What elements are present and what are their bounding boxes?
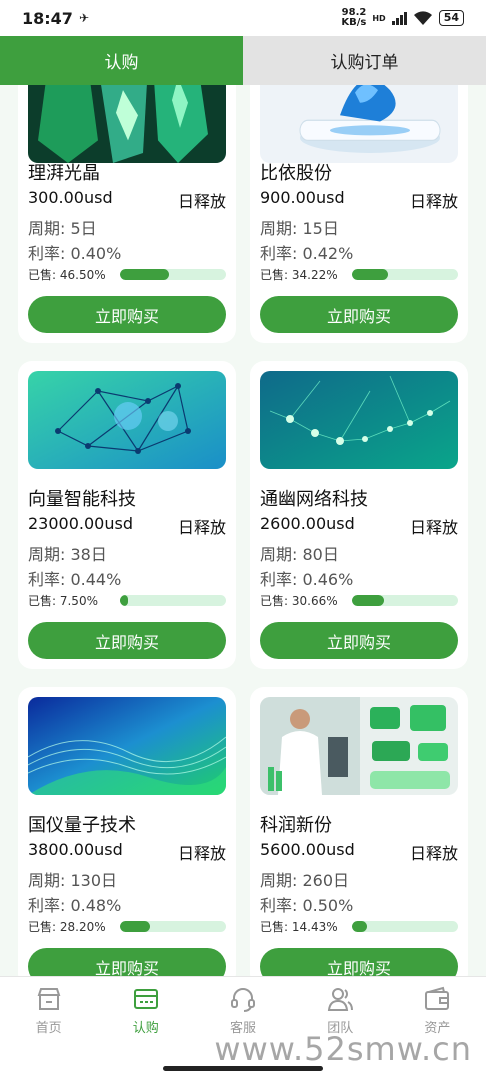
sold-label: 已售: 46.50% (28, 268, 106, 282)
watermark: www.52smw.cn (214, 1030, 472, 1068)
sold-progress-bar (120, 595, 226, 606)
sold-row: 已售: 7.50% (28, 592, 226, 609)
product-period: 周期: 130日 (28, 871, 118, 890)
top-tabs: 认购 认购订单 (0, 36, 486, 85)
sold-progress-bar (120, 269, 226, 280)
wifi-icon (413, 10, 432, 25)
team-icon (328, 988, 354, 1011)
product-name: 理湃光晶 (28, 163, 100, 184)
sold-label: 已售: 7.50% (28, 594, 98, 608)
headset-icon (231, 988, 255, 1012)
product-rate: 利率: 0.48% (28, 896, 122, 915)
sold-row: 已售: 34.22% (260, 266, 458, 283)
product-period: 周期: 38日 (28, 545, 107, 564)
product-price: 900.00usd (260, 188, 345, 207)
crystal-image (28, 85, 226, 163)
device-image (260, 85, 458, 163)
product-period: 周期: 5日 (28, 219, 97, 238)
sold-label: 已售: 14.43% (260, 920, 338, 934)
buy-now-button[interactable]: 立即购买 (260, 296, 458, 333)
release-type: 日释放 (409, 518, 458, 537)
sold-label: 已售: 30.66% (260, 594, 338, 608)
nav-home[interactable]: 首页 (0, 977, 97, 1044)
battery-icon: 54 (438, 10, 464, 26)
product-name: 国仪量子技术 (28, 815, 136, 836)
buy-now-button[interactable]: 立即购买 (28, 948, 226, 976)
price-row: 3800.00usd 日释放 (28, 840, 226, 864)
wallet-icon (425, 986, 450, 1010)
release-type: 日释放 (177, 518, 226, 537)
product-price: 300.00usd (28, 188, 113, 207)
card-icon (133, 989, 158, 1009)
release-type: 日释放 (177, 192, 226, 211)
buy-now-button[interactable]: 立即购买 (28, 622, 226, 659)
sold-progress-bar (352, 595, 458, 606)
status-right: 98.2 KB/s HD 54 (341, 8, 464, 28)
lab-image (260, 697, 458, 795)
sold-progress-bar (352, 269, 458, 280)
sold-progress-fill (352, 921, 368, 932)
sold-progress-fill (120, 595, 128, 606)
tab-subscribe-orders[interactable]: 认购订单 (243, 36, 486, 85)
sold-progress-fill (352, 269, 389, 280)
product-rate: 利率: 0.44% (28, 570, 122, 589)
price-row: 5600.00usd 日释放 (260, 840, 458, 864)
product-price: 2600.00usd (260, 514, 355, 533)
network-speed-unit: KB/s (341, 17, 367, 28)
signal-icon (391, 11, 407, 25)
tab-subscribe[interactable]: 认购 (0, 36, 243, 85)
product-period: 周期: 15日 (260, 219, 339, 238)
sold-label: 已售: 28.20% (28, 920, 106, 934)
notification-icon: ✈ (78, 11, 89, 25)
buy-now-button[interactable]: 立即购买 (260, 948, 458, 976)
buy-now-button[interactable]: 立即购买 (28, 296, 226, 333)
product-price: 23000.00usd (28, 514, 133, 533)
hd-indicator: HD (372, 13, 386, 23)
network-speed: 98.2 KB/s (341, 8, 366, 28)
sold-row: 已售: 30.66% (260, 592, 458, 609)
product-period: 周期: 80日 (260, 545, 339, 564)
product-price: 3800.00usd (28, 840, 123, 859)
release-type: 日释放 (409, 192, 458, 211)
sold-label: 已售: 34.22% (260, 268, 338, 282)
sold-progress-fill (352, 595, 385, 606)
sold-progress-fill (120, 921, 150, 932)
product-name: 向量智能科技 (28, 489, 136, 510)
product-price: 5600.00usd (260, 840, 355, 859)
release-type: 日释放 (409, 844, 458, 863)
product-rate: 利率: 0.50% (260, 896, 354, 915)
nav-home-label: 首页 (35, 1021, 62, 1036)
price-row: 23000.00usd 日释放 (28, 514, 226, 538)
product-name: 比依股份 (260, 163, 332, 184)
product-rate: 利率: 0.40% (28, 244, 122, 263)
price-row: 2600.00usd 日释放 (260, 514, 458, 538)
buy-now-button[interactable]: 立即购买 (260, 622, 458, 659)
product-period: 周期: 260日 (260, 871, 350, 890)
network-molecule-image (28, 371, 226, 469)
product-name: 科润新份 (260, 815, 332, 836)
price-row: 900.00usd 日释放 (260, 188, 458, 212)
sold-progress-bar (352, 921, 458, 932)
product-name: 通幽网络科技 (260, 489, 368, 510)
release-type: 日释放 (177, 844, 226, 863)
store-icon (37, 988, 60, 1010)
status-time: 18:47 (22, 8, 73, 28)
product-rate: 利率: 0.42% (260, 244, 354, 263)
status-bar: 18:47 ✈ 98.2 KB/s HD 54 (0, 0, 486, 36)
sold-progress-fill (120, 269, 170, 280)
product-list[interactable]: 理湃光晶 300.00usd 日释放 周期: 5日 利率: 0.40% 已售: … (0, 85, 486, 976)
nav-subscribe-label: 认购 (132, 1021, 159, 1036)
sold-progress-bar (120, 921, 226, 932)
nav-subscribe[interactable]: 认购 (97, 977, 194, 1044)
network-lines-image (260, 371, 458, 469)
price-row: 300.00usd 日释放 (28, 188, 226, 212)
wave-image (28, 697, 226, 795)
sold-row: 已售: 14.43% (260, 918, 458, 935)
sold-row: 已售: 46.50% (28, 266, 226, 283)
sold-row: 已售: 28.20% (28, 918, 226, 935)
product-rate: 利率: 0.46% (260, 570, 354, 589)
